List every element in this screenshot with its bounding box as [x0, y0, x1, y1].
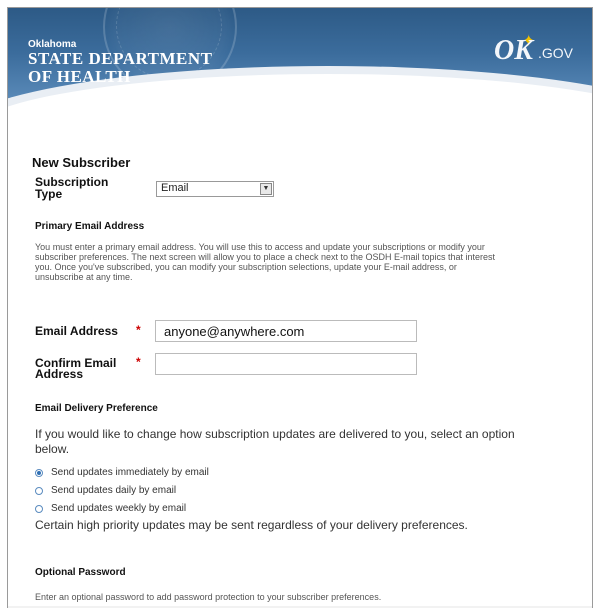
primary-email-help-line1: You must enter a primary email address. … [35, 242, 485, 252]
chevron-down-icon[interactable]: ▼ [260, 183, 272, 195]
delivery-option-label: Send updates daily by email [51, 485, 177, 496]
subscription-type-label-line2: Type [35, 187, 63, 201]
gov-logo-text: .GOV [538, 45, 574, 61]
delivery-intro-line1: If you would like to change how subscrip… [35, 427, 515, 441]
email-address-input[interactable]: anyone@anywhere.com [155, 320, 417, 342]
optional-password-heading: Optional Password [35, 567, 126, 578]
delivery-intro: If you would like to change how subscrip… [35, 427, 580, 457]
primary-email-heading: Primary Email Address [35, 221, 145, 232]
radio-selected-icon[interactable] [35, 469, 43, 477]
radio-unselected-icon[interactable] [35, 505, 43, 513]
delivery-preference-heading: Email Delivery Preference [35, 403, 158, 414]
delivery-option-label: Send updates weekly by email [51, 503, 187, 514]
primary-email-help-line4: unsubscribe at any time. [35, 272, 133, 282]
radio-unselected-icon[interactable] [35, 487, 43, 495]
page-frame: Oklahoma State Department of Health ✦ OK… [7, 7, 593, 608]
subscription-type-select[interactable]: Email ▼ [156, 181, 274, 197]
page-title: New Subscriber [32, 155, 131, 170]
confirm-email-required-marker: * [136, 355, 141, 369]
optional-password-help: Enter an optional password to add passwo… [35, 592, 382, 602]
agency-logo-text[interactable]: State Department of Health [28, 50, 213, 86]
ok-logo-text: OK [494, 35, 533, 66]
primary-email-help-line2: subscriber preferences. The next screen … [35, 252, 496, 262]
delivery-option-label: Send updates immediately by email [51, 467, 209, 478]
agency-name-line2: of Health [28, 67, 131, 86]
site-banner: Oklahoma State Department of Health ✦ OK… [8, 8, 592, 108]
subscription-type-label: Subscription Type [35, 176, 108, 200]
ok-gov-logo[interactable]: ✦ OK .GOV [492, 33, 576, 73]
confirm-email-input[interactable] [155, 353, 417, 375]
email-address-label: Email Address [35, 324, 118, 338]
delivery-intro-line2: below. [35, 442, 70, 456]
delivery-note: Certain high priority updates may be sen… [35, 518, 468, 532]
email-required-marker: * [136, 323, 141, 337]
confirm-email-label-line2: Address [35, 367, 84, 381]
agency-name-line1: State Department [28, 49, 213, 68]
confirm-email-label: Confirm Email Address [35, 357, 116, 381]
subscription-type-value: Email [161, 182, 189, 194]
primary-email-help-line3: you. Once you've subscribed, you can mod… [35, 262, 457, 272]
primary-email-help: You must enter a primary email address. … [35, 242, 575, 282]
